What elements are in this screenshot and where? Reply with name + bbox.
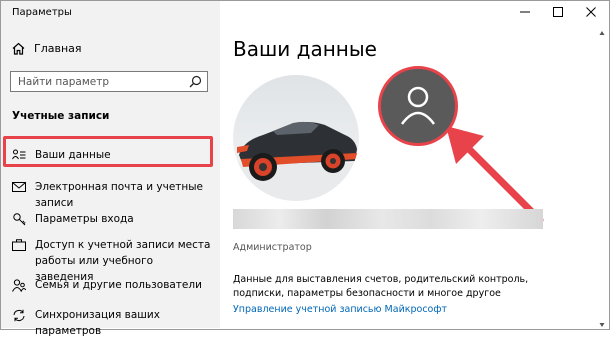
page-title: Ваши данные [233,37,377,61]
highlight-box [3,136,213,167]
minimize-icon[interactable] [519,6,531,18]
sidebar-item-email[interactable]: Электронная почта и учетные записи [12,179,220,211]
briefcase-icon [12,237,26,253]
manage-account-link[interactable]: Управление учетной записью Майкрософт [233,304,447,315]
people-icon [12,277,26,293]
home-icon [12,42,25,55]
close-icon[interactable] [585,6,597,18]
sidebar-item-label: Электронная почта и учетные записи [35,181,204,209]
sidebar-item-sign-in[interactable]: Параметры входа [12,211,134,227]
blurred-account-name [233,209,543,229]
home-label: Главная [34,42,82,55]
default-user-avatar [378,66,458,146]
search-icon[interactable] [189,75,202,88]
key-icon [12,211,26,227]
sidebar-item-family[interactable]: Семья и другие пользователи [12,277,202,293]
account-role: Администратор [233,242,312,253]
sidebar-item-label: Параметры входа [35,213,134,225]
user-icon [400,86,436,125]
home-nav-item[interactable]: Главная [12,42,82,55]
search-placeholder: Найти параметр [18,76,109,88]
scrollbar[interactable] [599,30,605,328]
window-title: Параметры [12,7,72,18]
search-input[interactable]: Найти параметр [10,71,208,92]
car-photo-icon [233,75,359,201]
sidebar-item-label: Синхронизация ваших параметров [35,309,160,337]
sidebar-item-sync[interactable]: Синхронизация ваших параметров [12,307,220,339]
sidebar-item-label: Семья и другие пользователи [35,279,202,291]
mail-icon [12,179,26,195]
maximize-icon[interactable] [552,6,564,18]
section-title: Учетные записи [12,110,110,122]
sync-icon [12,307,26,323]
account-picture [233,75,359,201]
account-description: Данные для выставления счетов, родительс… [233,274,529,299]
